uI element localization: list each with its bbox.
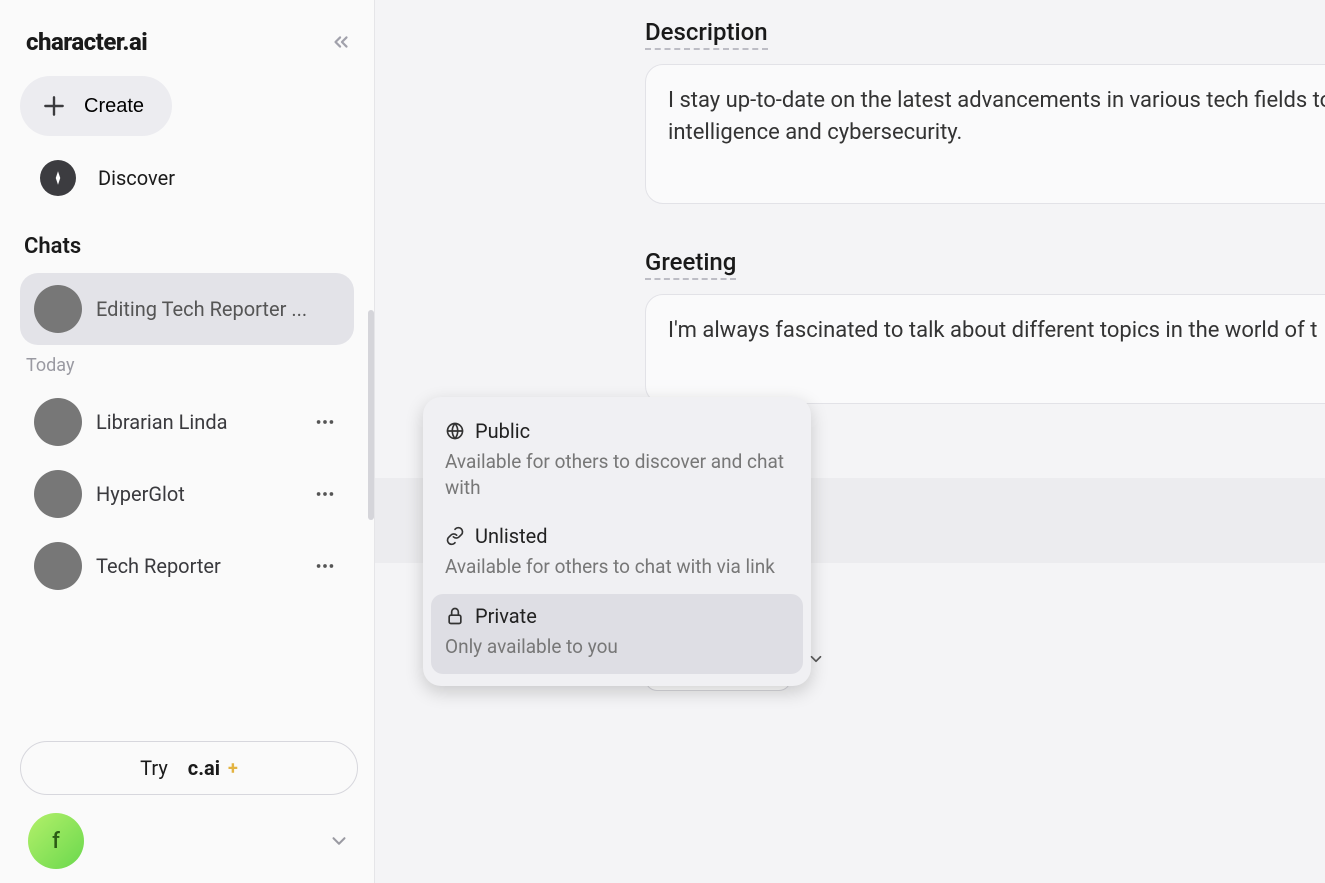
try-label: Try xyxy=(140,756,168,780)
chevron-down-icon xyxy=(328,830,350,852)
visibility-dropdown: Public Available for others to discover … xyxy=(423,397,811,686)
chat-item[interactable]: Librarian Linda xyxy=(20,386,354,458)
discover-label: Discover xyxy=(98,166,175,190)
chat-item[interactable]: HyperGlot xyxy=(20,458,354,530)
main-content: Description I stay up-to-date on the lat… xyxy=(375,0,1325,883)
chat-item-label: Editing Tech Reporter ... xyxy=(96,297,340,321)
avatar xyxy=(34,470,82,518)
lock-icon xyxy=(445,606,465,626)
chevrons-left-icon xyxy=(330,31,352,53)
visibility-option-title: Private xyxy=(475,604,537,628)
visibility-option-unlisted[interactable]: Unlisted Available for others to chat wi… xyxy=(431,514,803,594)
today-label: Today xyxy=(20,345,354,386)
visibility-option-title: Public xyxy=(475,419,530,443)
ellipsis-icon xyxy=(314,555,336,577)
visibility-option-public[interactable]: Public Available for others to discover … xyxy=(431,409,803,514)
ellipsis-icon xyxy=(314,483,336,505)
link-icon xyxy=(445,526,465,546)
plus-icon xyxy=(38,90,70,122)
chat-item-more[interactable] xyxy=(310,551,340,581)
visibility-option-title: Unlisted xyxy=(475,524,548,548)
chats-section-title: Chats xyxy=(20,206,358,273)
sidebar-scrollbar[interactable] xyxy=(368,310,374,520)
chat-item-more[interactable] xyxy=(310,479,340,509)
create-button-label: Create xyxy=(84,95,144,118)
globe-icon xyxy=(445,421,465,441)
plus-gold-icon: + xyxy=(228,758,238,779)
avatar xyxy=(34,398,82,446)
visibility-option-private[interactable]: Private Only available to you xyxy=(431,594,803,674)
chat-item-active[interactable]: Editing Tech Reporter ... xyxy=(20,273,354,345)
chat-item-label: Librarian Linda xyxy=(96,410,296,434)
try-brand: c.ai xyxy=(188,756,220,780)
user-avatar[interactable]: f xyxy=(28,813,84,869)
chat-list: Editing Tech Reporter ... Today Libraria… xyxy=(20,273,358,731)
chevron-down-icon xyxy=(807,650,825,668)
compass-icon xyxy=(40,160,76,196)
user-initial: f xyxy=(52,829,60,854)
description-field[interactable]: I stay up-to-date on the latest advancem… xyxy=(645,64,1325,204)
chat-item-label: Tech Reporter xyxy=(96,554,296,578)
chat-item-more[interactable] xyxy=(310,407,340,437)
create-button[interactable]: Create xyxy=(20,76,172,136)
app-logo[interactable]: character.ai xyxy=(26,28,147,56)
greeting-field[interactable]: I'm always fascinated to talk about diff… xyxy=(645,294,1325,404)
chat-item[interactable]: Tech Reporter xyxy=(20,530,354,602)
ellipsis-icon xyxy=(314,411,336,433)
greeting-label: Greeting xyxy=(645,248,736,280)
user-menu-toggle[interactable] xyxy=(328,830,350,852)
avatar xyxy=(34,285,82,333)
description-label: Description xyxy=(645,18,768,50)
sidebar: character.ai Create Discover Chats Editi… xyxy=(0,0,375,883)
greeting-value: I'm always fascinated to talk about diff… xyxy=(668,318,1317,343)
try-cai-plus-button[interactable]: Try c.ai + xyxy=(20,741,358,795)
description-value: I stay up-to-date on the latest advancem… xyxy=(668,88,1325,145)
discover-nav[interactable]: Discover xyxy=(20,150,358,206)
chat-item-label: HyperGlot xyxy=(96,482,296,506)
visibility-option-desc: Available for others to chat with via li… xyxy=(445,554,789,580)
visibility-option-desc: Available for others to discover and cha… xyxy=(445,449,789,500)
avatar xyxy=(34,542,82,590)
visibility-option-desc: Only available to you xyxy=(445,634,789,660)
collapse-sidebar-button[interactable] xyxy=(330,31,352,53)
